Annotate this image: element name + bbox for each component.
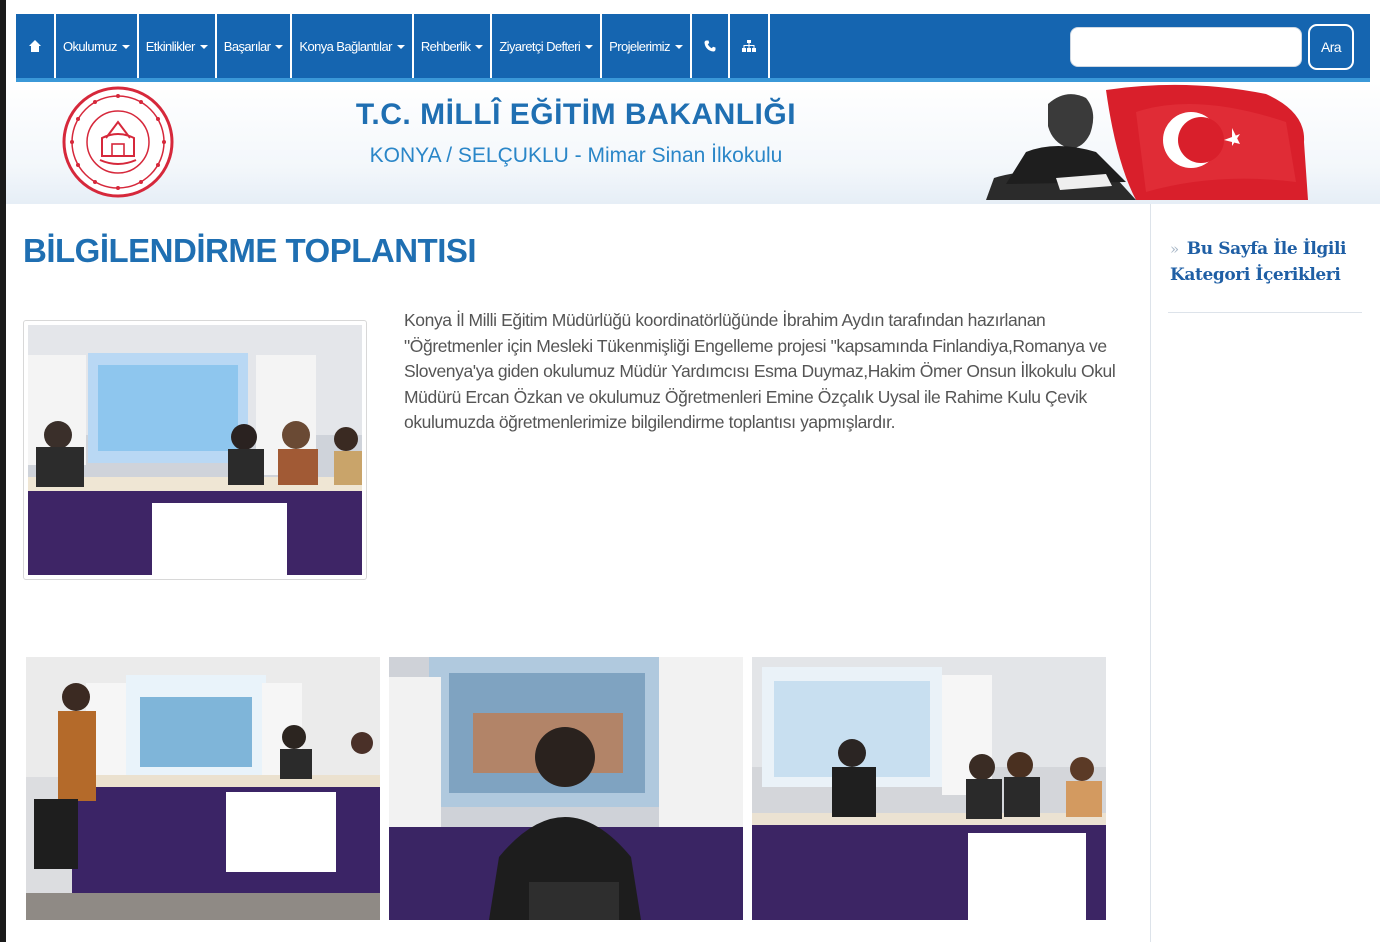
nav-item-etkinlikler[interactable]: Etkinlikler [139, 14, 217, 78]
caret-down-icon [275, 45, 284, 49]
ataturk-flag-banner [986, 84, 1308, 200]
gallery-image [389, 657, 743, 920]
gallery-photo-2[interactable] [389, 657, 743, 920]
top-strip [6, 0, 1380, 14]
nav-home[interactable] [16, 14, 56, 78]
gallery-photo-1[interactable] [26, 657, 380, 920]
double-chevron-right-icon: » [1170, 240, 1179, 258]
nav-item-label: Konya Bağlantılar [299, 38, 392, 54]
site-header: T.C. MİLLÎ EĞİTİM BAKANLIĞI KONYA / SELÇ… [6, 82, 1380, 204]
meeting-photo-image [28, 325, 364, 575]
nav-item-rehberlik[interactable]: Rehberlik [414, 14, 493, 78]
gallery-image [752, 657, 1106, 920]
search-button[interactable]: Ara [1308, 24, 1354, 70]
ministry-logo[interactable] [62, 86, 174, 198]
caret-down-icon [199, 45, 208, 49]
nav-item-konya-baglantilar[interactable]: Konya Bağlantılar [292, 14, 414, 78]
nav-contact[interactable] [692, 14, 730, 78]
school-name: KONYA / SELÇUKLU - Mimar Sinan İlkokulu [369, 144, 783, 167]
sidebar-related-heading[interactable]: » Bu Sayfa İle İlgili Kategori İçerikleri [1170, 236, 1370, 288]
caret-down-icon [674, 45, 683, 49]
nav-item-label: Başarılar [223, 38, 271, 54]
sitemap-icon [741, 40, 756, 52]
nav-item-ziyaretci-defteri[interactable]: Ziyaretçi Defteri [492, 14, 603, 78]
nav-item-label: Okulumuz [63, 38, 117, 54]
sidebar-separator [1168, 312, 1362, 313]
nav-item-label: Projelerimiz [609, 38, 670, 54]
nav-item-okulumuz[interactable]: Okulumuz [56, 14, 139, 78]
sidebar-heading-text: Bu Sayfa İle İlgili Kategori İçerikleri [1170, 239, 1347, 285]
caret-down-icon [121, 45, 130, 49]
content-sidebar-divider [1150, 204, 1151, 942]
article-body: Konya İl Milli Eğitim Müdürlüğü koordina… [404, 310, 1116, 432]
nav-item-label: Rehberlik [420, 38, 471, 54]
nav-item-basarilar[interactable]: Başarılar [217, 14, 293, 78]
phone-icon [704, 40, 716, 52]
nav-item-label: Ziyaretçi Defteri [499, 38, 581, 54]
search-input[interactable] [1070, 27, 1302, 67]
gallery-image [26, 657, 380, 920]
article-title: BİLGİLENDİRME TOPLANTISI [23, 232, 477, 269]
caret-down-icon [475, 45, 484, 49]
caret-down-icon [585, 45, 594, 49]
ministry-title: T.C. MİLLÎ EĞİTİM BAKANLIĞI [355, 98, 797, 131]
article-main-photo[interactable] [23, 320, 367, 580]
nav-sitemap[interactable] [730, 14, 770, 78]
home-icon [28, 40, 42, 52]
gallery-photo-3[interactable] [752, 657, 1106, 920]
main-navbar: Okulumuz Etkinlikler Başarılar Konya Bağ… [16, 14, 1370, 82]
page: Okulumuz Etkinlikler Başarılar Konya Bağ… [6, 0, 1380, 942]
nav-menu: Okulumuz Etkinlikler Başarılar Konya Bağ… [16, 14, 770, 78]
nav-item-projelerimiz[interactable]: Projelerimiz [602, 14, 692, 78]
nav-item-label: Etkinlikler [145, 38, 196, 54]
caret-down-icon [396, 45, 405, 49]
